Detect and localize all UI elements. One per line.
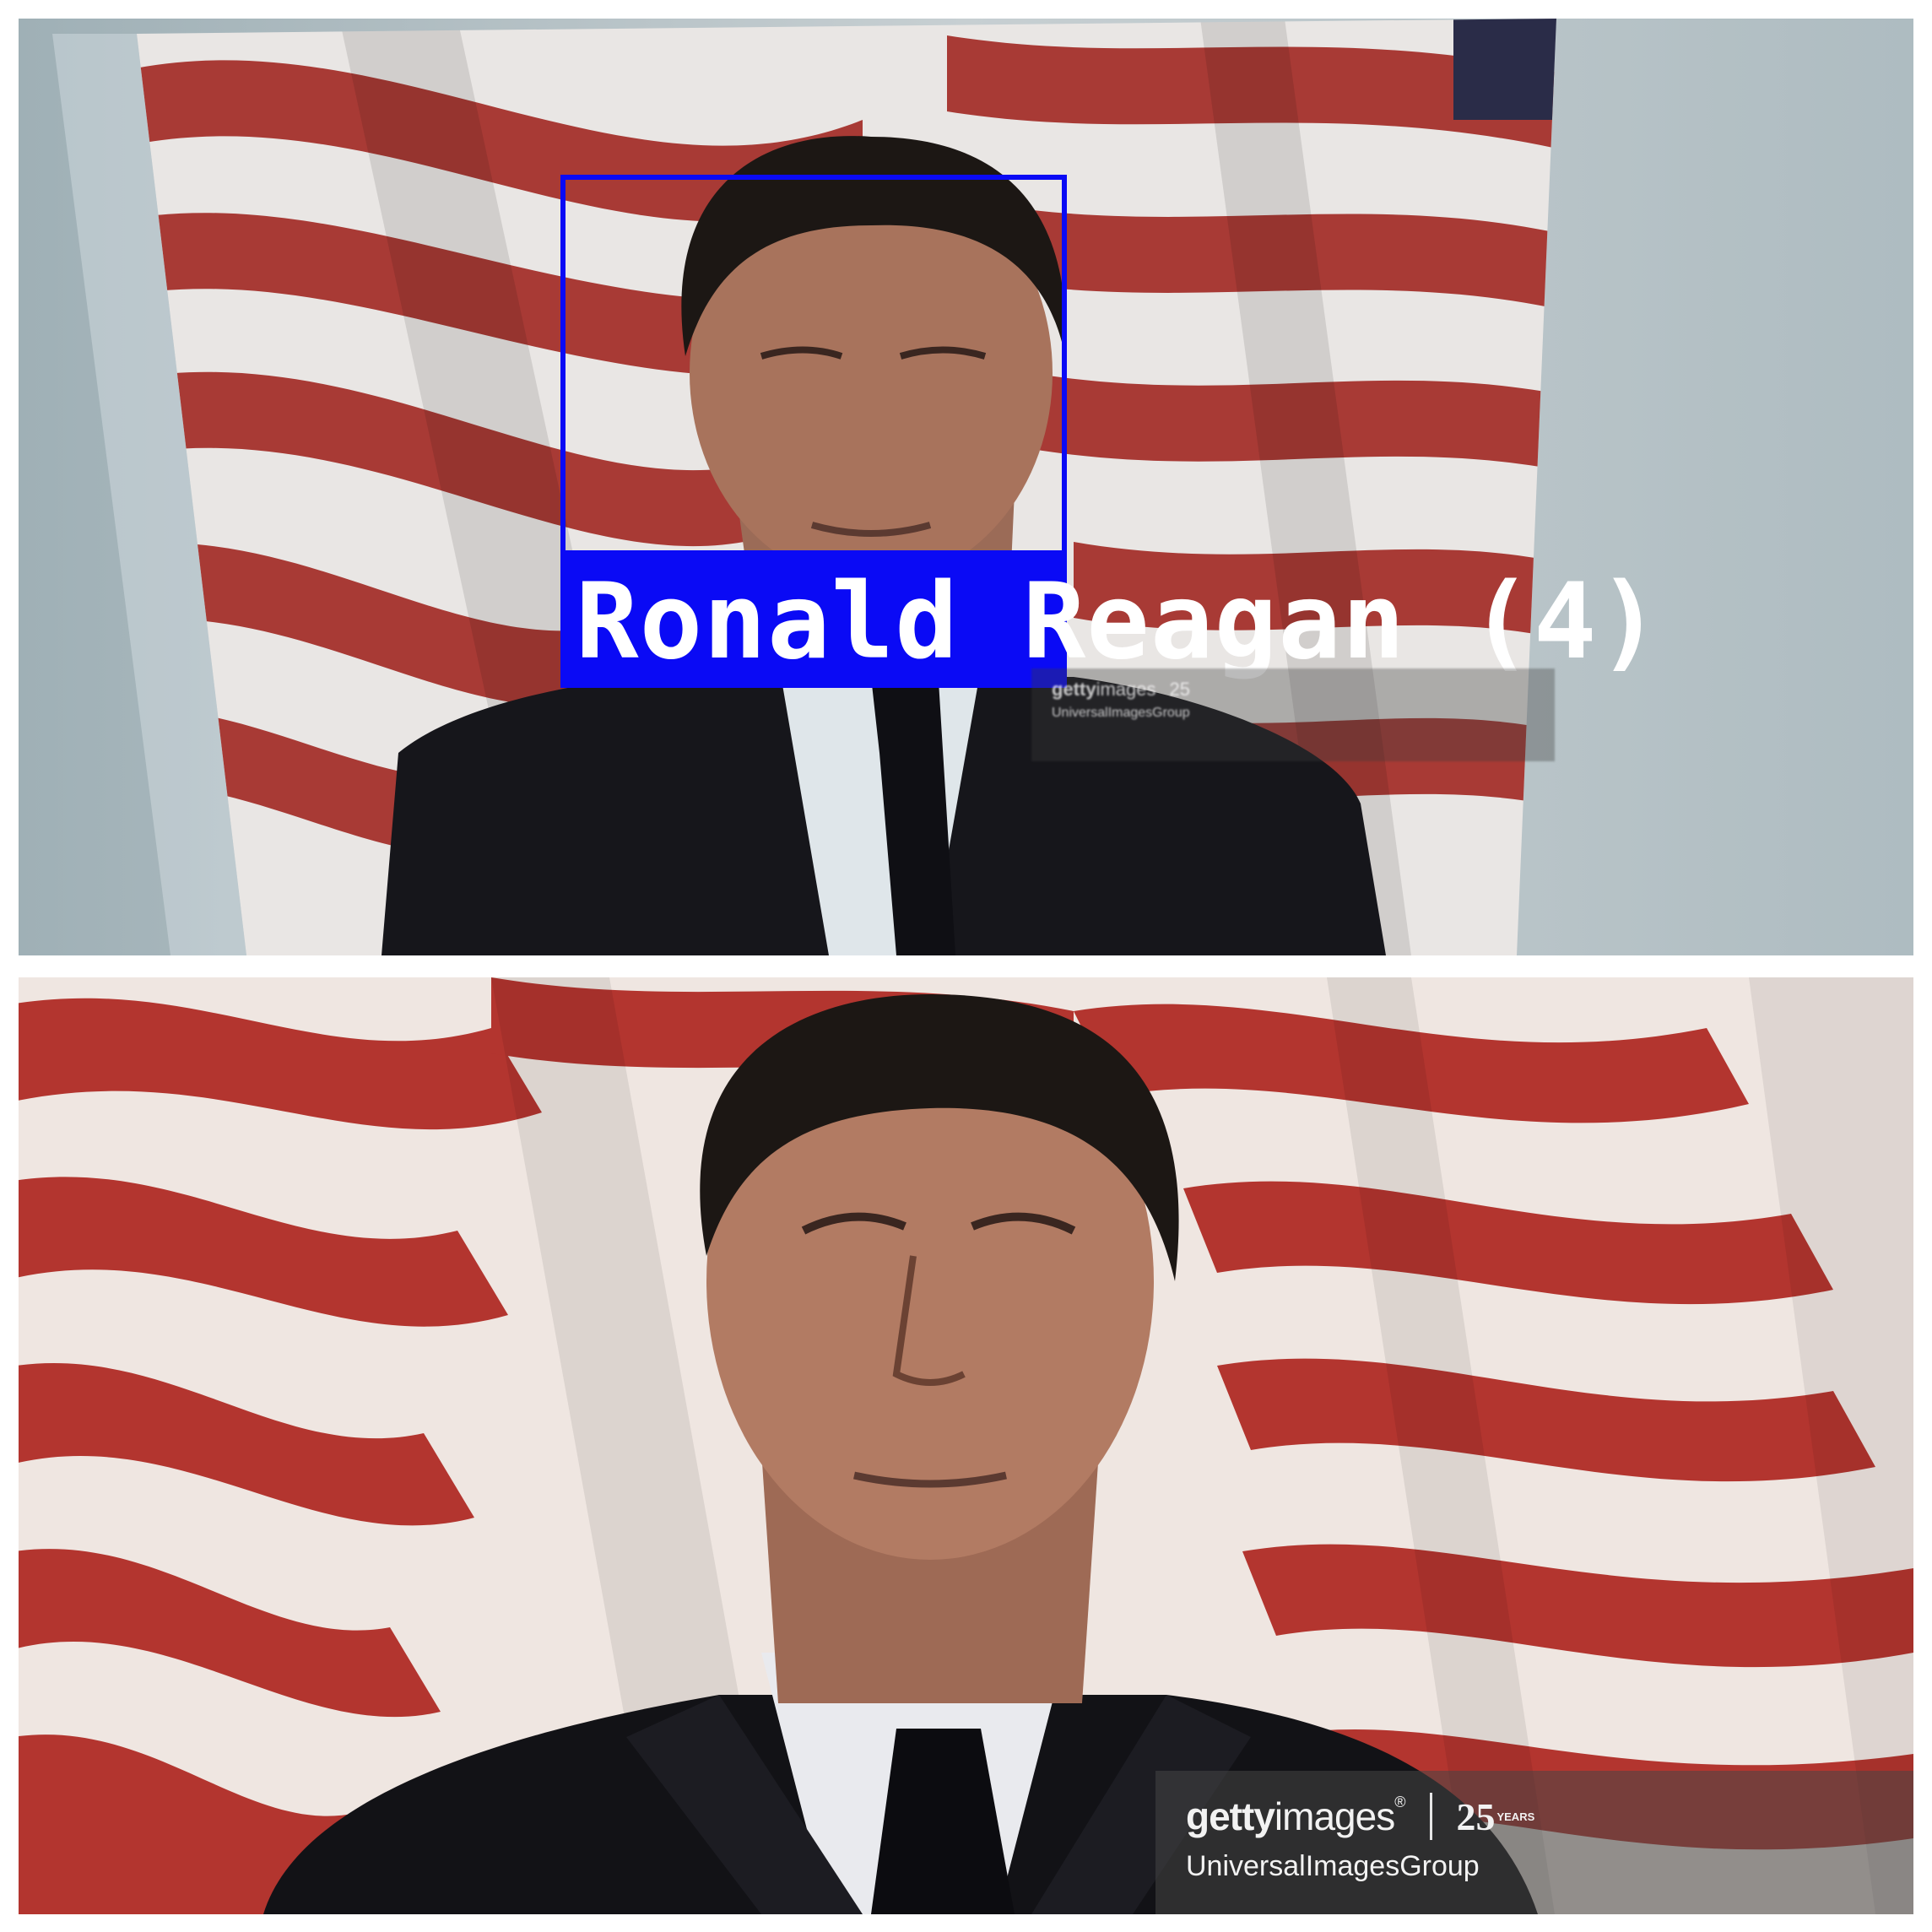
detection-label: Ronald Reagan (4): [576, 561, 1662, 683]
watermark-credit: UniversalImagesGroup: [1052, 706, 1190, 720]
watermark-years-word: YEARS: [1496, 1810, 1535, 1823]
watermark-divider: [1430, 1793, 1433, 1840]
registered-mark: ®: [1394, 1794, 1405, 1810]
original-photo: gettyimages® 25 YEARS UniversalImagesGro…: [19, 977, 1913, 1914]
face-detection-photo: Ronald Reagan (4) gettyimages 25 Univers…: [19, 19, 1913, 955]
getty-watermark-blurred: gettyimages 25 UniversalImagesGroup: [1031, 668, 1555, 761]
face-bounding-box: [560, 175, 1067, 555]
watermark-credit: UniversalImagesGroup: [1186, 1850, 1480, 1882]
getty-watermark: gettyimages® 25 YEARS UniversalImagesGro…: [1155, 1771, 1913, 1914]
watermark-years-number: 25: [1456, 1794, 1496, 1838]
watermark-brand-bold: getty: [1186, 1794, 1275, 1838]
image-collage: Ronald Reagan (4) gettyimages 25 Univers…: [0, 0, 1932, 1932]
watermark-brand-bold: getty: [1052, 679, 1096, 700]
watermark-brand-light: images: [1096, 679, 1156, 700]
watermark-brand-light: images: [1274, 1794, 1395, 1838]
watermark-years: 25: [1169, 679, 1190, 700]
